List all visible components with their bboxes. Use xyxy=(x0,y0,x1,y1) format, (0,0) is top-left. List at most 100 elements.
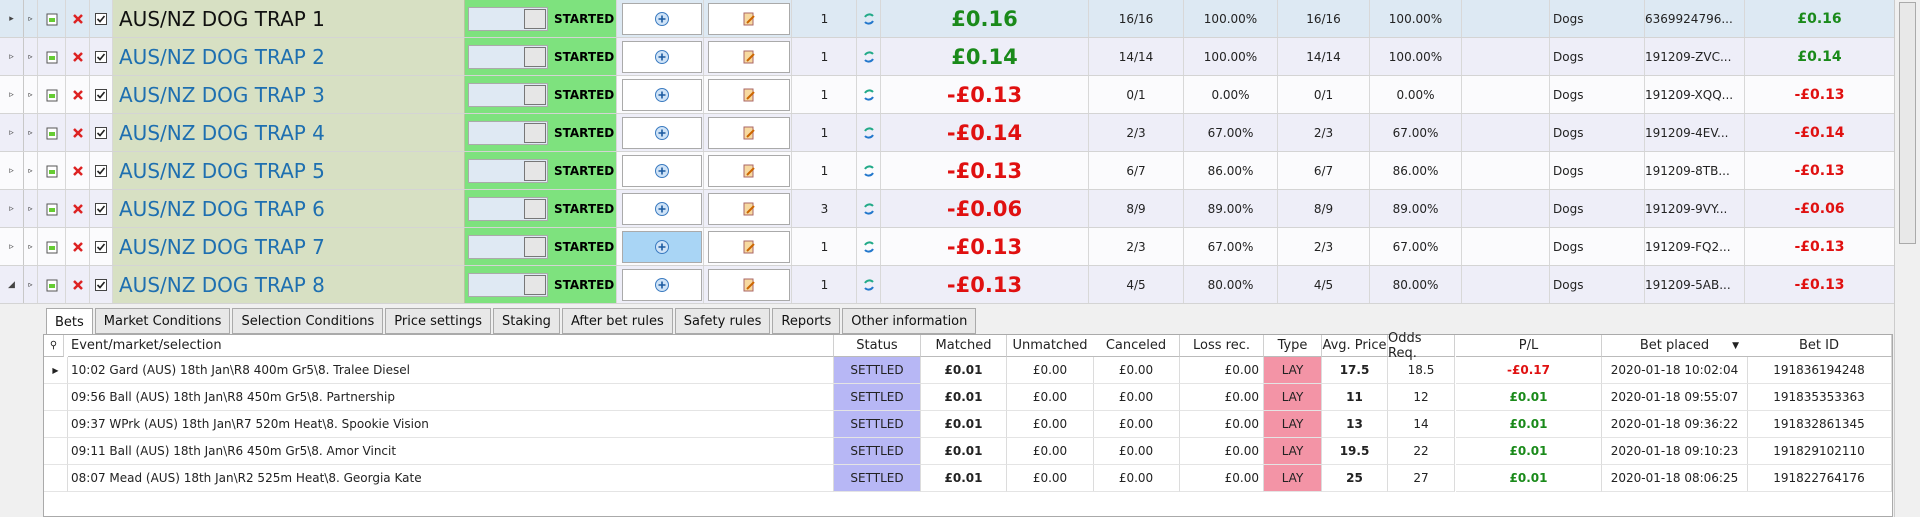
edit-cell[interactable] xyxy=(706,190,792,227)
add-rule-cell[interactable] xyxy=(620,228,704,265)
edit-icon[interactable] xyxy=(707,40,790,73)
scrollbar-thumb[interactable] xyxy=(1899,2,1916,244)
plus-circle-icon[interactable] xyxy=(621,78,702,111)
edit-icon[interactable] xyxy=(707,230,790,263)
add-market-icon[interactable] xyxy=(38,114,66,151)
status-slider[interactable] xyxy=(468,44,548,69)
row-indicator[interactable] xyxy=(44,384,68,411)
tab-reports[interactable]: Reports xyxy=(772,308,841,334)
market-row[interactable]: ▹ ▹ AUS/NZ DOG TRAP 4 STARTED 1 -£0.14 2/3 67.0… xyxy=(0,114,1895,152)
current-row-icon[interactable]: ▶ xyxy=(44,357,68,384)
header-event[interactable]: Event/market/selection xyxy=(68,335,834,357)
checkbox-icon[interactable] xyxy=(90,266,113,303)
market-name[interactable]: AUS/NZ DOG TRAP 5 xyxy=(113,152,465,189)
bet-event[interactable]: 08:07 Mead (AUS) 18th Jan\R2 525m Heat\8… xyxy=(68,465,834,492)
refresh-icon[interactable] xyxy=(857,190,881,227)
header-matched[interactable]: Matched xyxy=(921,335,1007,357)
edit-icon[interactable] xyxy=(707,192,790,225)
tab-staking[interactable]: Staking xyxy=(492,308,560,334)
slider-thumb[interactable] xyxy=(524,122,546,143)
status-slider[interactable] xyxy=(468,196,548,221)
edit-cell[interactable] xyxy=(706,38,792,75)
refresh-icon[interactable] xyxy=(857,152,881,189)
checkbox-icon[interactable] xyxy=(90,0,113,37)
market-row[interactable]: ▹ ▹ AUS/NZ DOG TRAP 3 STARTED 1 -£0.13 0/1 0.00… xyxy=(0,76,1895,114)
row-indicator[interactable] xyxy=(44,411,68,438)
market-name[interactable]: AUS/NZ DOG TRAP 8 xyxy=(113,266,465,303)
market-row[interactable]: ▸ ▹ AUS/NZ DOG TRAP 1 STARTED 1 £0.16 16/16 100… xyxy=(0,0,1895,38)
market-name[interactable]: AUS/NZ DOG TRAP 4 xyxy=(113,114,465,151)
row-select-icon[interactable]: ▹ xyxy=(24,228,38,265)
slider-thumb[interactable] xyxy=(524,46,546,67)
header-avg-price[interactable]: Avg. Price xyxy=(1322,335,1388,357)
edit-icon[interactable] xyxy=(707,154,790,187)
status-toggle[interactable]: STARTED xyxy=(465,0,617,37)
bet-event[interactable]: 10:02 Gard (AUS) 18th Jan\R8 400m Gr5\8.… xyxy=(68,357,834,384)
delete-icon[interactable] xyxy=(66,76,90,113)
plus-circle-icon[interactable] xyxy=(621,230,702,263)
refresh-icon[interactable] xyxy=(857,38,881,75)
delete-icon[interactable] xyxy=(66,0,90,37)
plus-circle-icon[interactable] xyxy=(621,116,702,149)
expand-icon[interactable]: ▹ xyxy=(0,38,24,75)
delete-icon[interactable] xyxy=(66,228,90,265)
refresh-icon[interactable] xyxy=(857,228,881,265)
expand-icon[interactable]: ▹ xyxy=(0,190,24,227)
edit-icon[interactable] xyxy=(707,2,790,35)
checkbox-icon[interactable] xyxy=(90,76,113,113)
checkbox-icon[interactable] xyxy=(90,228,113,265)
add-market-icon[interactable] xyxy=(38,266,66,303)
market-row[interactable]: ◢ ▹ AUS/NZ DOG TRAP 8 STARTED 1 -£0.13 4/5 80.0… xyxy=(0,266,1895,304)
status-toggle[interactable]: STARTED xyxy=(465,266,617,303)
header-status[interactable]: Status xyxy=(834,335,921,357)
expand-icon[interactable]: ▸ xyxy=(0,0,24,37)
delete-icon[interactable] xyxy=(66,114,90,151)
tab-selection-conditions[interactable]: Selection Conditions xyxy=(232,308,384,334)
status-slider[interactable] xyxy=(468,234,548,259)
edit-icon[interactable] xyxy=(707,78,790,111)
collapse-icon[interactable]: ◢ xyxy=(0,266,24,303)
market-row[interactable]: ▹ ▹ AUS/NZ DOG TRAP 7 STARTED 1 -£0.13 2/3 67.0… xyxy=(0,228,1895,266)
sort-down-icon[interactable]: ▼ xyxy=(1732,341,1739,351)
add-rule-cell[interactable] xyxy=(620,0,704,37)
header-bet-id[interactable]: Bet ID xyxy=(1747,335,1892,357)
header-unmatched[interactable]: Unmatched xyxy=(1007,335,1094,357)
header-loss-rec[interactable]: Loss rec. xyxy=(1180,335,1264,357)
tab-market-conditions[interactable]: Market Conditions xyxy=(94,308,231,334)
market-row[interactable]: ▹ ▹ AUS/NZ DOG TRAP 6 STARTED 3 -£0.06 8/9 89.0… xyxy=(0,190,1895,228)
market-name[interactable]: AUS/NZ DOG TRAP 6 xyxy=(113,190,465,227)
status-toggle[interactable]: STARTED xyxy=(465,228,617,265)
row-select-icon[interactable]: ▹ xyxy=(24,38,38,75)
edit-cell[interactable] xyxy=(706,114,792,151)
edit-cell[interactable] xyxy=(706,228,792,265)
edit-cell[interactable] xyxy=(706,76,792,113)
delete-icon[interactable] xyxy=(66,190,90,227)
search-icon[interactable]: ⚲ xyxy=(44,335,64,357)
delete-icon[interactable] xyxy=(66,266,90,303)
bet-event[interactable]: 09:56 Ball (AUS) 18th Jan\R8 450m Gr5\8.… xyxy=(68,384,834,411)
add-market-icon[interactable] xyxy=(38,190,66,227)
market-row[interactable]: ▹ ▹ AUS/NZ DOG TRAP 2 STARTED 1 £0.14 14/14 100… xyxy=(0,38,1895,76)
header-type[interactable]: Type xyxy=(1264,335,1322,357)
slider-thumb[interactable] xyxy=(524,160,546,181)
slider-thumb[interactable] xyxy=(524,84,546,105)
row-select-icon[interactable]: ▹ xyxy=(24,114,38,151)
refresh-icon[interactable] xyxy=(857,0,881,37)
edit-cell[interactable] xyxy=(706,266,792,303)
tab-price-settings[interactable]: Price settings xyxy=(385,308,491,334)
expand-icon[interactable]: ▹ xyxy=(0,76,24,113)
header-bet-placed[interactable]: Bet placed ▼ xyxy=(1602,335,1748,357)
tab-safety-rules[interactable]: Safety rules xyxy=(674,308,771,334)
delete-icon[interactable] xyxy=(66,152,90,189)
add-market-icon[interactable] xyxy=(38,228,66,265)
market-name[interactable]: AUS/NZ DOG TRAP 7 xyxy=(113,228,465,265)
detail-scrollbar[interactable] xyxy=(1894,306,1920,517)
plus-circle-icon[interactable] xyxy=(621,192,702,225)
expand-icon[interactable]: ▹ xyxy=(0,114,24,151)
row-select-icon[interactable]: ▹ xyxy=(24,152,38,189)
add-rule-cell[interactable] xyxy=(620,266,704,303)
status-toggle[interactable]: STARTED xyxy=(465,76,617,113)
status-toggle[interactable]: STARTED xyxy=(465,152,617,189)
checkbox-icon[interactable] xyxy=(90,190,113,227)
tab-bets[interactable]: Bets xyxy=(46,308,93,336)
